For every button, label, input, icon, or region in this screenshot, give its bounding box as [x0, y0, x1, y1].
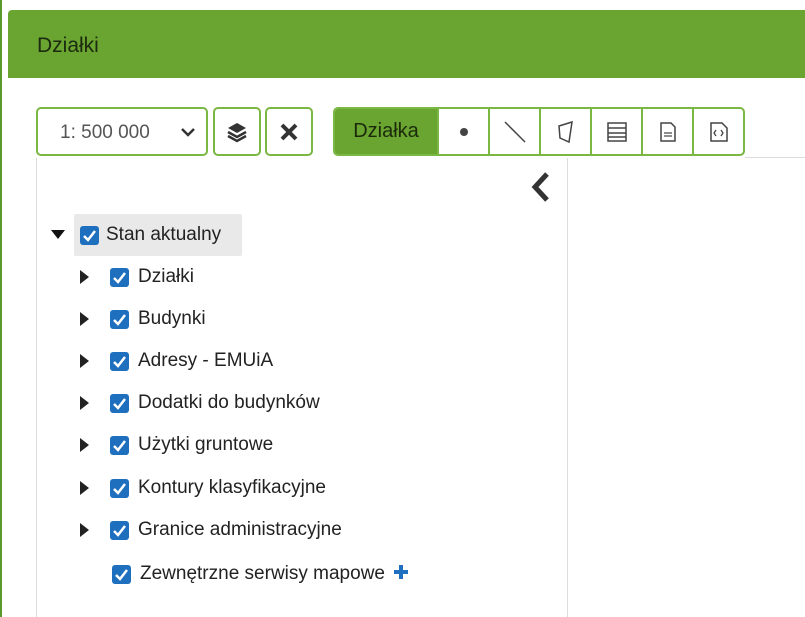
- tree-node: Kontury klasyfikacyjne: [74, 469, 326, 507]
- close-icon: [280, 123, 298, 140]
- caret-down-icon[interactable]: [48, 230, 68, 240]
- caret-right-icon[interactable]: [74, 481, 94, 495]
- plus-icon[interactable]: [393, 564, 409, 585]
- scale-select[interactable]: 1: 500 000: [36, 107, 208, 156]
- layer-label: Dodatki do budynków: [138, 392, 320, 413]
- document-icon: [659, 121, 676, 142]
- layer-checkbox[interactable]: [110, 478, 129, 498]
- layers-icon: [227, 122, 247, 142]
- table-icon: [606, 121, 627, 142]
- layer-checkbox[interactable]: [110, 309, 129, 329]
- external-checkbox[interactable]: [112, 564, 131, 584]
- layer-label: Budynki: [138, 308, 206, 329]
- layers-button[interactable]: [213, 107, 261, 156]
- caret-right-icon[interactable]: [74, 523, 94, 537]
- document-tool[interactable]: [641, 109, 692, 154]
- collapse-panel-button[interactable]: [530, 170, 552, 209]
- panel-title: Działki: [37, 34, 99, 57]
- caret-right-icon[interactable]: [74, 438, 94, 452]
- chevron-down-icon: [180, 123, 196, 146]
- tree-node: Budynki: [74, 300, 206, 338]
- layer-checkbox[interactable]: [110, 520, 129, 540]
- point-tool[interactable]: [437, 109, 488, 154]
- tree-node: Granice administracyjne: [74, 511, 342, 549]
- polygon-icon: [557, 120, 573, 143]
- root-label: Stan aktualny: [106, 224, 222, 245]
- tree-node: Działki: [74, 258, 194, 296]
- tool-dzialka[interactable]: Działka: [335, 109, 437, 154]
- line-icon: [503, 120, 526, 143]
- root-checkbox[interactable]: [80, 225, 99, 245]
- caret-right-icon[interactable]: [74, 396, 94, 410]
- caret-right-icon[interactable]: [74, 312, 94, 326]
- table-tool[interactable]: [590, 109, 641, 154]
- polygon-tool[interactable]: [539, 109, 590, 154]
- external-label: Zewnętrzne serwisy mapowe: [140, 563, 385, 584]
- layer-checkbox[interactable]: [110, 267, 129, 287]
- chevron-left-icon: [531, 172, 549, 202]
- caret-right-icon[interactable]: [74, 270, 94, 284]
- scale-value: 1: 500 000: [60, 122, 150, 143]
- tree-root-node: Stan aktualny: [48, 216, 221, 254]
- layer-label: Działki: [138, 266, 194, 287]
- tree-node: Użytki gruntowe: [74, 426, 273, 464]
- export-icon: [709, 121, 728, 142]
- point-icon: [459, 127, 468, 136]
- layer-label: Użytki gruntowe: [138, 434, 274, 455]
- line-tool[interactable]: [488, 109, 539, 154]
- layer-checkbox[interactable]: [110, 435, 129, 455]
- identify-tools: Działka: [333, 107, 745, 156]
- layer-label: Kontury klasyfikacyjne: [138, 477, 326, 498]
- export-tool[interactable]: [692, 109, 743, 154]
- tree-node: Dodatki do budynków: [74, 384, 320, 422]
- layer-checkbox[interactable]: [110, 351, 129, 371]
- clear-button[interactable]: [265, 107, 313, 156]
- toolbar-divider: [745, 157, 805, 158]
- layer-label: Granice administracyjne: [138, 519, 342, 540]
- caret-right-icon[interactable]: [74, 354, 94, 368]
- layer-label: Adresy - EMUiA: [138, 350, 274, 371]
- tree-node: Adresy - EMUiA: [74, 342, 273, 380]
- layer-checkbox[interactable]: [110, 393, 129, 413]
- panel-header: Działki: [8, 10, 805, 78]
- tree-node-external: Zewnętrzne serwisy mapowe: [112, 555, 409, 593]
